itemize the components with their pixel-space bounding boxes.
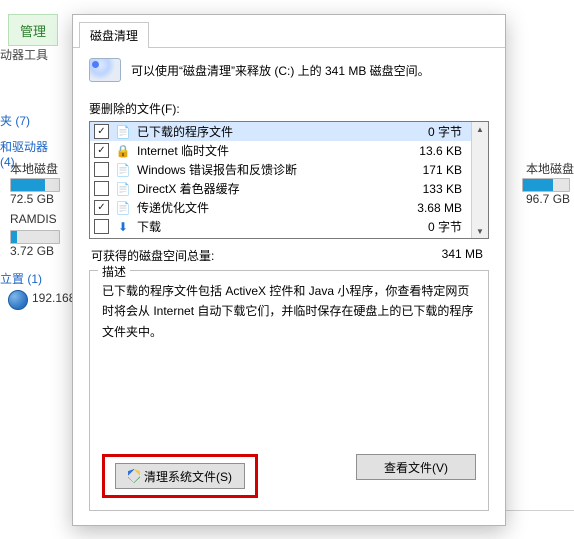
file-row-icon: 📄 [115, 124, 131, 140]
total-label: 可获得的磁盘空间总量: [91, 247, 214, 264]
network-location-ip[interactable]: 192.168 [32, 291, 75, 305]
file-row-name: DirectX 着色器缓存 [137, 180, 386, 197]
file-row-checkbox[interactable] [94, 219, 109, 234]
drive-local-c[interactable]: 本地磁盘 [10, 160, 58, 177]
file-row-icon: 📄 [115, 200, 131, 216]
description-legend: 描述 [98, 263, 130, 280]
file-row-checkbox[interactable] [94, 124, 109, 139]
description-group: 描述 已下载的程序文件包括 ActiveX 控件和 Java 小程序，你查看特定… [89, 270, 489, 511]
file-row-checkbox[interactable] [94, 200, 109, 215]
file-row-name: Windows 错误报告和反馈诊断 [137, 161, 386, 178]
file-list-row[interactable]: 🔒 Internet 临时文件 13.6 KB [90, 141, 472, 160]
clean-system-files-label: 清理系统文件(S) [144, 468, 232, 485]
file-list-row[interactable]: 📄 DirectX 着色器缓存 133 KB [90, 179, 472, 198]
clean-system-files-button[interactable]: 清理系统文件(S) [115, 463, 245, 489]
view-files-button[interactable]: 查看文件(V) [356, 454, 476, 480]
drive-ramdisk-size: 3.72 GB [10, 244, 54, 258]
summary-row: 可以使用“磁盘清理”来释放 (C:) 上的 341 MB 磁盘空间。 [89, 58, 489, 82]
file-list[interactable]: 📄 已下载的程序文件 0 字节 🔒 Internet 临时文件 13.6 KB 📄 Windo… [89, 121, 489, 239]
file-row-size: 0 字节 [392, 123, 468, 140]
file-row-name: 下载 [137, 218, 386, 235]
drive-right-local-bar [522, 178, 570, 192]
file-row-icon: 🔒 [115, 143, 131, 159]
disk-cleanup-dialog: 磁盘清理 可以使用“磁盘清理”来释放 (C:) 上的 341 MB 磁盘空间。 … [72, 14, 506, 526]
description-text: 已下载的程序文件包括 ActiveX 控件和 Java 小程序，你查看特定网页时… [102, 281, 476, 442]
explorer-left-column: 管理 动器工具 夹 (7) 和驱动器 (4) 本地磁盘 72.5 GB RAMD… [0, 0, 60, 539]
scroll-up-icon[interactable]: ▲ [473, 122, 487, 136]
file-row-size: 133 KB [392, 182, 468, 196]
drive-ramdisk-bar [10, 230, 60, 244]
file-row-checkbox[interactable] [94, 143, 109, 158]
view-files-label: 查看文件(V) [384, 459, 448, 476]
uac-shield-icon [128, 469, 140, 483]
file-row-size: 0 字节 [392, 218, 468, 235]
ribbon-tab-manage[interactable]: 管理 [8, 14, 58, 46]
file-row-name: Internet 临时文件 [137, 142, 386, 159]
drive-ramdisk[interactable]: RAMDIS [10, 212, 57, 226]
file-row-name: 已下载的程序文件 [137, 123, 386, 140]
total-row: 可获得的磁盘空间总量: 341 MB [89, 239, 489, 270]
drive-right-local-size: 96.7 GB [526, 192, 570, 206]
locations-collapsed[interactable]: 立置 (1) [0, 270, 42, 287]
file-list-row[interactable]: ⬇ 下载 0 字节 [90, 217, 472, 236]
drive-local-c-size: 72.5 GB [10, 192, 54, 206]
summary-text: 可以使用“磁盘清理”来释放 (C:) 上的 341 MB 磁盘空间。 [131, 62, 430, 79]
tab-disk-cleanup[interactable]: 磁盘清理 [79, 22, 149, 48]
file-row-size: 171 KB [392, 163, 468, 177]
file-row-icon: 📄 [115, 181, 131, 197]
file-list-scrollbar[interactable]: ▲ ▼ [471, 122, 488, 238]
highlight-clean-system-files: 清理系统文件(S) [102, 454, 258, 498]
quick-access-collapsed[interactable]: 夹 (7) [0, 112, 30, 129]
drive-right-local[interactable]: 本地磁盘 [526, 160, 574, 177]
file-row-icon: 📄 [115, 162, 131, 178]
files-to-delete-label: 要删除的文件(F): [89, 100, 489, 117]
file-row-checkbox[interactable] [94, 181, 109, 196]
file-row-size: 13.6 KB [392, 144, 468, 158]
disk-icon [89, 58, 121, 82]
file-row-checkbox[interactable] [94, 162, 109, 177]
dialog-body: 可以使用“磁盘清理”来释放 (C:) 上的 341 MB 磁盘空间。 要删除的文… [73, 48, 505, 525]
dialog-tabstrip: 磁盘清理 [73, 15, 505, 48]
file-list-row[interactable]: 📄 已下载的程序文件 0 字节 [90, 122, 472, 141]
network-location-icon [8, 290, 28, 310]
ribbon-subtab-driver-tools[interactable]: 动器工具 [0, 46, 48, 63]
file-list-row[interactable]: 📄 传递优化文件 3.68 MB [90, 198, 472, 217]
drive-local-c-bar [10, 178, 60, 192]
file-list-row[interactable]: 📄 Windows 错误报告和反馈诊断 171 KB [90, 160, 472, 179]
file-row-icon: ⬇ [115, 219, 131, 235]
file-row-name: 传递优化文件 [137, 199, 386, 216]
description-buttons: 清理系统文件(S) 查看文件(V) [102, 454, 476, 498]
total-value: 341 MB [442, 247, 483, 264]
file-row-size: 3.68 MB [392, 201, 468, 215]
explorer-right-column: 本地磁盘 96.7 GB [514, 0, 574, 539]
scroll-down-icon[interactable]: ▼ [473, 224, 487, 238]
